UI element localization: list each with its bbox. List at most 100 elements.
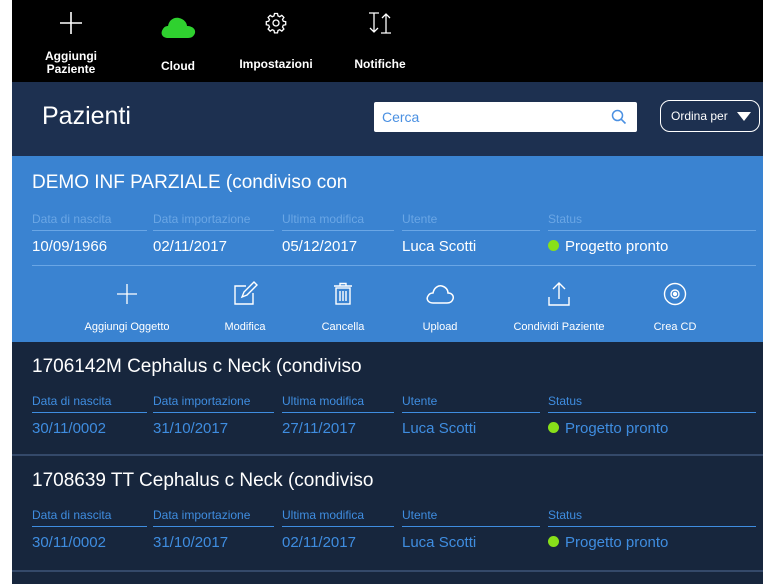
birth-value: 30/11/0002 (32, 534, 106, 551)
import-column: Data importazione 31/10/2017 (153, 394, 274, 437)
trash-icon (333, 280, 353, 308)
user-value: Luca Scotti (402, 534, 477, 551)
upload-button[interactable]: Upload (405, 274, 475, 342)
modified-value: 27/11/2017 (282, 420, 356, 437)
modified-column: Ultima modifica 02/11/2017 (282, 508, 394, 551)
plus-icon (59, 10, 83, 36)
sort-label: Ordina per (671, 109, 728, 123)
chevron-down-icon (737, 112, 751, 121)
cd-icon (663, 280, 687, 308)
import-value: 31/10/2017 (153, 420, 229, 437)
row-divider (12, 570, 763, 572)
burn-cd-button[interactable]: Crea CD (640, 274, 710, 342)
edit-label: Modifica (224, 321, 266, 333)
search-icon[interactable] (611, 109, 627, 125)
cloud-outline-icon (425, 280, 455, 308)
share-patient-button[interactable]: Condividi Paziente (502, 274, 616, 342)
delete-label: Cancella (321, 321, 365, 333)
status-header: Status (548, 508, 756, 527)
import-column: Data importazione 02/11/2017 (153, 212, 274, 255)
status-value: Progetto pronto (548, 238, 756, 255)
status-value: Progetto pronto (548, 420, 756, 437)
modified-value: 02/11/2017 (282, 534, 356, 551)
user-column: Utente Luca Scotti (402, 508, 540, 551)
user-header: Utente (402, 394, 540, 413)
notifications-label: Notifiche (354, 57, 406, 71)
user-header: Utente (402, 212, 540, 231)
import-header: Data importazione (153, 508, 274, 527)
status-dot-icon (548, 536, 559, 547)
edit-button[interactable]: Modifica (210, 274, 280, 342)
card-separator (32, 265, 756, 266)
birth-value: 30/11/0002 (32, 420, 106, 437)
settings-button[interactable]: Impostazioni (230, 0, 322, 82)
share-patient-label: Condividi Paziente (513, 321, 605, 333)
status-text: Progetto pronto (565, 420, 669, 437)
add-object-button[interactable]: Aggiungi Oggetto (72, 274, 182, 342)
patient-card[interactable]: 1708639 TT Cephalus c Neck (condiviso Da… (12, 456, 763, 570)
status-column: Status Progetto pronto (548, 212, 756, 255)
status-text: Progetto pronto (565, 238, 669, 255)
add-patient-label: Aggiungi Paziente (45, 49, 97, 76)
birth-header: Data di nascita (32, 508, 147, 527)
patient-card[interactable]: 1706142M Cephalus c Neck (condiviso Data… (12, 342, 763, 454)
modified-column: Ultima modifica 27/11/2017 (282, 394, 394, 437)
status-dot-icon (548, 422, 559, 433)
status-value: Progetto pronto (548, 534, 756, 551)
import-value: 02/11/2017 (153, 238, 227, 255)
modified-header: Ultima modifica (282, 394, 394, 413)
birth-column: Data di nascita 30/11/0002 (32, 508, 147, 551)
top-toolbar: Aggiungi Paziente Cloud Impostazioni Not… (12, 0, 763, 82)
user-value: Luca Scotti (402, 420, 477, 437)
patient-name: 1706142M Cephalus c Neck (condiviso (32, 356, 362, 377)
user-column: Utente Luca Scotti (402, 212, 540, 255)
status-dot-icon (548, 240, 559, 251)
import-header: Data importazione (153, 212, 274, 231)
user-header: Utente (402, 508, 540, 527)
sort-arrows-icon (367, 10, 393, 36)
birth-column: Data di nascita 10/09/1966 (32, 212, 147, 255)
edit-icon (232, 280, 258, 308)
import-value: 31/10/2017 (153, 534, 229, 551)
add-patient-button[interactable]: Aggiungi Paziente (34, 0, 108, 82)
modified-header: Ultima modifica (282, 212, 394, 231)
upload-label: Upload (422, 321, 458, 333)
import-header: Data importazione (153, 394, 274, 413)
burn-cd-label: Crea CD (653, 321, 697, 333)
status-header: Status (548, 394, 756, 413)
status-column: Status Progetto pronto (548, 508, 756, 551)
page-header: Pazienti Ordina per (12, 82, 763, 156)
modified-header: Ultima modifica (282, 508, 394, 527)
patient-actions: Aggiungi Oggetto Modifica Cancella Uploa… (12, 274, 763, 342)
import-column: Data importazione 31/10/2017 (153, 508, 274, 551)
user-value: Luca Scotti (402, 238, 477, 255)
birth-value: 10/09/1966 (32, 238, 108, 255)
birth-column: Data di nascita 30/11/0002 (32, 394, 147, 437)
cloud-icon (159, 14, 197, 40)
notifications-button[interactable]: Notifiche (346, 0, 414, 82)
delete-button[interactable]: Cancella (308, 274, 378, 342)
sort-dropdown[interactable]: Ordina per (660, 100, 760, 132)
user-column: Utente Luca Scotti (402, 394, 540, 437)
status-column: Status Progetto pronto (548, 394, 756, 437)
modified-column: Ultima modifica 05/12/2017 (282, 212, 394, 255)
plus-icon (116, 280, 138, 308)
search-box (374, 102, 637, 132)
modified-value: 05/12/2017 (282, 238, 358, 255)
share-icon (547, 280, 571, 308)
status-header: Status (548, 212, 756, 231)
cloud-button[interactable]: Cloud (150, 0, 206, 82)
settings-label: Impostazioni (239, 57, 313, 71)
patient-card-selected[interactable]: DEMO INF PARZIALE (condiviso con Data di… (12, 156, 763, 342)
cloud-label: Cloud (161, 59, 195, 73)
patient-name: DEMO INF PARZIALE (condiviso con (32, 172, 348, 193)
app-window: Aggiungi Paziente Cloud Impostazioni Not… (12, 0, 763, 584)
birth-header: Data di nascita (32, 394, 147, 413)
birth-header: Data di nascita (32, 212, 147, 231)
patient-name: 1708639 TT Cephalus c Neck (condiviso (32, 470, 374, 491)
status-text: Progetto pronto (565, 534, 669, 551)
add-object-label: Aggiungi Oggetto (84, 321, 170, 333)
gear-icon (265, 10, 287, 36)
search-input[interactable] (374, 102, 594, 132)
page-title: Pazienti (42, 102, 131, 130)
